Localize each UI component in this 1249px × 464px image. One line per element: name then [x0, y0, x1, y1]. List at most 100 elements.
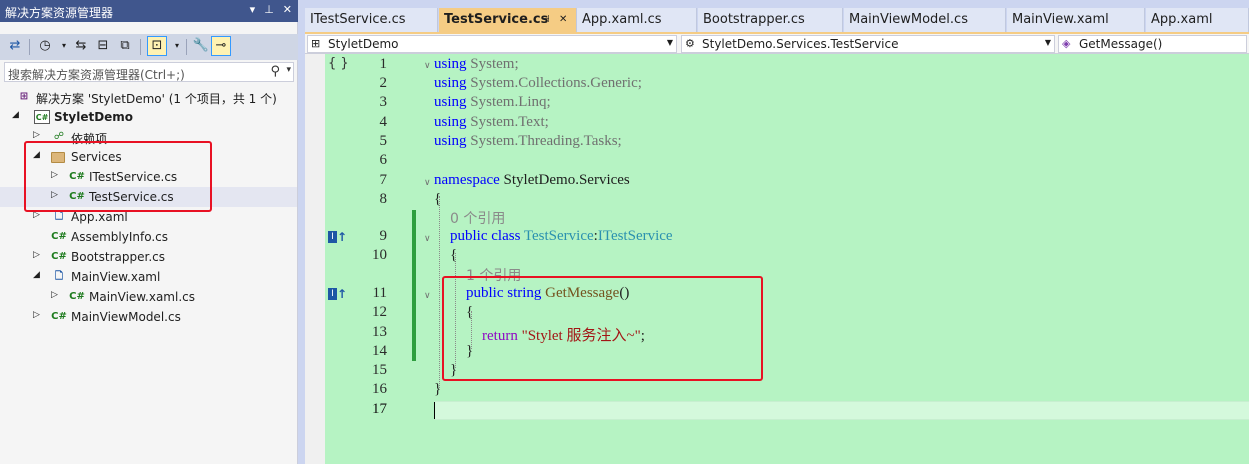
- chevron-down-icon[interactable]: ▼: [667, 38, 673, 47]
- show-all-files-icon[interactable]: ⧉: [116, 37, 134, 55]
- text-caret: [434, 402, 435, 419]
- line-number: 16: [372, 381, 387, 397]
- collapse-icon[interactable]: ∨: [424, 234, 431, 244]
- expand-icon[interactable]: ▷: [51, 290, 58, 300]
- collapse-icon[interactable]: ◢: [12, 110, 19, 120]
- line-number: 11: [372, 285, 387, 301]
- tree-item[interactable]: ◢ C# StyletDemo: [0, 107, 297, 127]
- implements-interface-icon[interactable]: I ↑: [328, 230, 347, 244]
- codelens-references[interactable]: 0 个引用: [450, 208, 505, 228]
- current-line-highlight: [435, 401, 1249, 420]
- chevron-down-icon[interactable]: ▾: [286, 65, 291, 75]
- tab-app-xaml-cs[interactable]: App.xaml.cs: [577, 8, 697, 32]
- csharp-file-icon: C#: [51, 231, 67, 242]
- line-number: 17: [372, 401, 387, 417]
- tree-item-label: 解决方案 'StyletDemo' (1 个项目，共 1 个): [36, 92, 277, 106]
- collapse-all-icon[interactable]: ⊟: [94, 37, 112, 55]
- member-dropdown[interactable]: ◈ GetMessage(): [1058, 35, 1247, 53]
- tab-itestservice[interactable]: ITestService.cs: [305, 8, 438, 32]
- tab-mainview-xaml[interactable]: MainView.xaml: [1007, 8, 1145, 32]
- tab-app-xaml[interactable]: App.xaml: [1146, 8, 1249, 32]
- code-line-2: using System.Collections.Generic;: [434, 75, 642, 91]
- tree-item-label: StyletDemo: [54, 110, 134, 124]
- close-icon[interactable]: ✕: [559, 14, 567, 25]
- collapse-icon[interactable]: ∨: [424, 61, 431, 71]
- code-line-10: {: [450, 247, 458, 263]
- class-dropdown[interactable]: ⚙ StyletDemo.Services.TestService ▼: [681, 35, 1055, 53]
- code-line-16: }: [434, 381, 442, 397]
- close-icon[interactable]: ✕: [283, 3, 292, 16]
- tree-item[interactable]: ◢ 🗋 MainView.xaml: [0, 267, 297, 287]
- explorer-title: 解决方案资源管理器: [5, 6, 114, 20]
- tree-item[interactable]: C# AssemblyInfo.cs: [0, 227, 297, 247]
- project-dropdown[interactable]: ⊞ StyletDemo ▼: [307, 35, 677, 53]
- highlight-box-services: [24, 141, 212, 212]
- csharp-file-icon: C#: [51, 311, 67, 322]
- csharp-project-icon: C#: [34, 110, 50, 124]
- solution-icon: ⊞: [19, 91, 29, 102]
- csharp-project-icon: ⊞: [311, 37, 321, 50]
- tab-bootstrapper[interactable]: Bootstrapper.cs: [698, 8, 843, 32]
- xaml-file-icon: 🗋: [54, 271, 64, 282]
- window-position-icon[interactable]: ▾: [250, 3, 256, 16]
- line-number: 13: [372, 324, 387, 340]
- code-line-8: {: [434, 191, 442, 207]
- line-number: 7: [379, 172, 388, 188]
- pin-icon[interactable]: ⊣: [541, 14, 550, 25]
- collapse-icon[interactable]: ∨: [424, 291, 431, 301]
- collapse-icon[interactable]: ∨: [424, 178, 431, 188]
- tree-item[interactable]: ⊞ 解决方案 'StyletDemo' (1 个项目，共 1 个): [0, 87, 297, 107]
- code-editor[interactable]: { } I ↑ I ↑ 1 2 3 4 5 6 7 8 9 10 11 12 13 14 15 16 17 ∨ ∨ …: [305, 54, 1249, 464]
- line-number: 10: [372, 247, 387, 263]
- tree-item-label: MainViewModel.cs: [71, 310, 181, 324]
- line-number: 15: [372, 362, 387, 378]
- tree-item[interactable]: ▷ C# MainViewModel.cs: [0, 307, 297, 327]
- code-line-3: using System.Linq;: [434, 94, 551, 110]
- search-icon[interactable]: ⚲: [270, 64, 280, 79]
- line-number: 14: [372, 343, 387, 359]
- change-bar: [412, 210, 416, 361]
- method-icon: ◈: [1062, 37, 1071, 50]
- search-input[interactable]: 搜索解决方案资源管理器(Ctrl+;): [8, 66, 185, 83]
- collapse-icon[interactable]: ◢: [33, 270, 40, 280]
- tree-item[interactable]: ▷ C# MainView.xaml.cs: [0, 287, 297, 307]
- pending-changes-icon[interactable]: ⊸: [212, 37, 230, 55]
- expand-icon[interactable]: ▷: [33, 130, 40, 140]
- line-number: 12: [372, 304, 387, 320]
- highlight-box-getmessage: [442, 276, 763, 381]
- chevron-down-icon[interactable]: ▾: [168, 37, 186, 55]
- explorer-toolbar: ⇄ ◷ ▾ ⇆ ⊟ ⧉ ⊡ ▾ 🔧 ⊸: [0, 34, 298, 60]
- pin-icon[interactable]: ⊥: [264, 3, 274, 16]
- tree-item[interactable]: ▷ C# Bootstrapper.cs: [0, 247, 297, 267]
- line-number: 4: [379, 114, 388, 130]
- tree-item-label: MainView.xaml: [71, 270, 161, 284]
- line-number: 2: [379, 75, 388, 91]
- explorer-title-bar: 解决方案资源管理器 ▾ ⊥ ✕: [0, 0, 298, 22]
- chevron-down-icon[interactable]: ▾: [55, 37, 73, 55]
- line-number: 8: [379, 191, 388, 207]
- tree-item-label: Bootstrapper.cs: [71, 250, 165, 264]
- tree-item-label: App.xaml: [71, 210, 128, 224]
- navigation-bar: ⊞ StyletDemo ▼ ⚙ StyletDemo.Services.Tes…: [305, 34, 1249, 54]
- explorer-search-box[interactable]: 搜索解决方案资源管理器(Ctrl+;) ⚲ ▾: [4, 62, 294, 82]
- chevron-down-icon[interactable]: ▼: [1045, 38, 1051, 47]
- sync-icon[interactable]: ⇆: [72, 37, 90, 55]
- tab-testservice[interactable]: TestService.cs ⊣ ✕: [439, 8, 577, 32]
- code-line-4: using System.Text;: [434, 114, 549, 130]
- editor-margin: [305, 54, 325, 464]
- csharp-file-icon: C#: [69, 291, 85, 302]
- class-icon: ⚙: [685, 37, 695, 50]
- properties-wrench-icon[interactable]: 🔧: [192, 37, 210, 55]
- code-line-1: using System;: [434, 56, 519, 72]
- tree-item-label: AssemblyInfo.cs: [71, 230, 169, 244]
- switch-views-icon[interactable]: ⇄: [6, 37, 24, 55]
- preview-selected-icon[interactable]: ⊡: [148, 37, 166, 55]
- line-number: 3: [379, 94, 388, 110]
- quick-actions-icon[interactable]: { }: [328, 56, 349, 71]
- code-line-5: using System.Threading.Tasks;: [434, 133, 622, 149]
- expand-icon[interactable]: ▷: [33, 250, 40, 260]
- expand-icon[interactable]: ▷: [33, 310, 40, 320]
- tab-mainviewmodel[interactable]: MainViewModel.cs: [844, 8, 1006, 32]
- history-icon[interactable]: ◷: [36, 37, 54, 55]
- implements-interface-icon[interactable]: I ↑: [328, 287, 347, 301]
